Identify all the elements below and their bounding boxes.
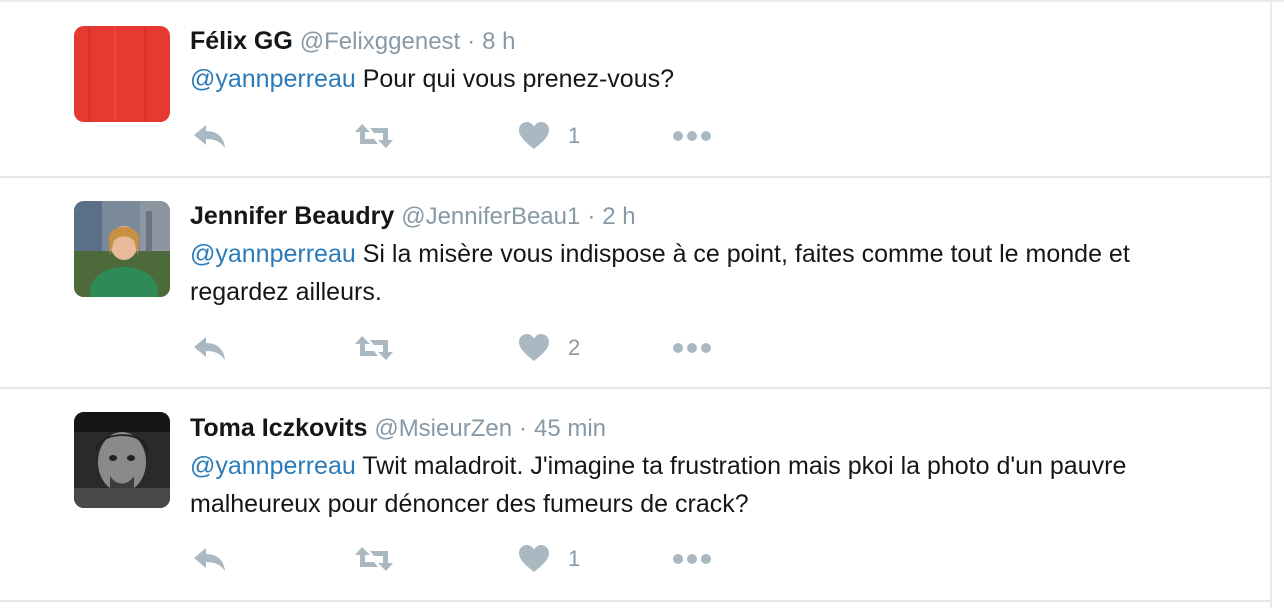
more-button[interactable]: [672, 539, 712, 579]
author-name[interactable]: Toma Iczkovits: [190, 414, 367, 442]
reply-button[interactable]: [192, 116, 228, 156]
like-button[interactable]: 2: [518, 328, 580, 368]
like-count: 2: [568, 335, 581, 360]
mention-link[interactable]: @yannperreau: [190, 452, 356, 480]
avatar[interactable]: [74, 201, 170, 297]
retweet-button[interactable]: [354, 539, 394, 579]
tweet-header: Jennifer Beaudry @JenniferBeau1 · 2 h: [190, 201, 636, 232]
more-dots-icon: [673, 554, 711, 564]
tweet-text: @yannperreau Pour qui vous prenez-vous?: [190, 60, 1190, 98]
author-handle[interactable]: @JenniferBeau1: [401, 203, 580, 230]
tweet-actions: 2: [190, 328, 750, 368]
avatar-image: [74, 201, 170, 297]
more-button[interactable]: [672, 116, 712, 156]
tweet-text: @yannperreau Si la misère vous indispose…: [190, 235, 1190, 311]
more-button[interactable]: [672, 328, 712, 368]
author-handle[interactable]: @MsieurZen: [374, 415, 512, 442]
tweet-text: @yannperreau Twit maladroit. J'imagine t…: [190, 447, 1190, 523]
like-button[interactable]: 1: [518, 116, 580, 156]
avatar-image: [74, 26, 170, 122]
tweet-item[interactable]: Jennifer Beaudry @JenniferBeau1 · 2 h @y…: [0, 178, 1270, 389]
timestamp[interactable]: 8 h: [482, 28, 515, 55]
tweet-actions: 1: [190, 116, 750, 156]
like-count: 1: [568, 546, 581, 571]
avatar-image: [74, 412, 170, 508]
reply-icon: [194, 125, 225, 148]
reply-button[interactable]: [192, 539, 228, 579]
tweet-actions: 1: [190, 539, 750, 579]
tweet-header: Félix GG @Felixggenest · 8 h: [190, 26, 516, 57]
tweet-header: Toma Iczkovits @MsieurZen · 45 min: [190, 413, 606, 444]
mention-link[interactable]: @yannperreau: [190, 240, 356, 268]
reply-icon: [194, 548, 225, 571]
author-name[interactable]: Jennifer Beaudry: [190, 202, 394, 230]
author-name[interactable]: Félix GG: [190, 27, 293, 55]
retweet-icon: [355, 124, 393, 148]
heart-icon: [519, 334, 549, 361]
more-dots-icon: [673, 131, 711, 141]
more-dots-icon: [673, 343, 711, 353]
retweet-button[interactable]: [354, 328, 394, 368]
author-handle[interactable]: @Felixggenest: [300, 28, 460, 55]
reply-icon: [194, 337, 225, 360]
retweet-icon: [355, 547, 393, 571]
tweet-item[interactable]: Félix GG @Felixggenest · 8 h @yannperrea…: [0, 2, 1270, 178]
timestamp[interactable]: 45 min: [534, 415, 606, 442]
timeline-right-border: [1270, 0, 1272, 608]
heart-icon: [519, 122, 549, 149]
retweet-button[interactable]: [354, 116, 394, 156]
like-count: 1: [568, 123, 581, 148]
like-button[interactable]: 1: [518, 539, 580, 579]
heart-icon: [519, 545, 549, 572]
timestamp[interactable]: 2 h: [602, 203, 635, 230]
mention-link[interactable]: @yannperreau: [190, 65, 356, 93]
retweet-icon: [355, 336, 393, 360]
avatar[interactable]: [74, 26, 170, 122]
separator-dot: ·: [467, 28, 476, 55]
reply-button[interactable]: [192, 328, 228, 368]
separator-dot: ·: [519, 415, 528, 442]
tweet-item[interactable]: Toma Iczkovits @MsieurZen · 45 min @yann…: [0, 389, 1270, 602]
avatar[interactable]: [74, 412, 170, 508]
separator-dot: ·: [587, 203, 596, 230]
tweet-body: Pour qui vous prenez-vous?: [355, 65, 675, 93]
